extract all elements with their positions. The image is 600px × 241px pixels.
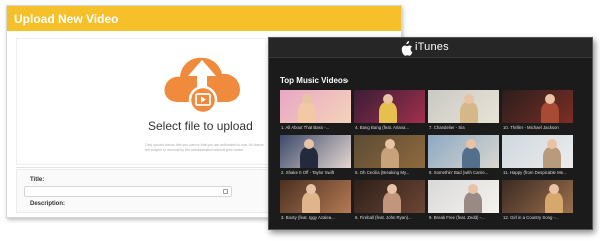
chevron-right-icon[interactable]: › bbox=[346, 76, 349, 85]
video-thumbnail[interactable] bbox=[280, 135, 351, 168]
video-thumbnail[interactable] bbox=[354, 135, 425, 168]
video-tile[interactable]: 3. Booty (feat. Iggy Azalea... bbox=[280, 180, 351, 222]
itunes-title: iTunes bbox=[415, 41, 449, 53]
video-caption[interactable]: 12. Girl in a Country Song -... bbox=[503, 215, 573, 221]
video-tile[interactable]: 5. Oh Cecilia (Breaking My... bbox=[354, 135, 425, 177]
title-label: Title: bbox=[30, 177, 45, 183]
video-tile[interactable]: 12. Girl in a Country Song -... bbox=[502, 180, 573, 222]
video-thumbnail[interactable] bbox=[428, 180, 499, 213]
cloud-upload-icon[interactable] bbox=[160, 46, 244, 116]
video-thumbnail[interactable] bbox=[354, 180, 425, 213]
video-thumbnail[interactable] bbox=[354, 90, 425, 123]
video-tile[interactable]: 7. Chandelier - Sia bbox=[428, 90, 499, 132]
description-label: Description: bbox=[30, 201, 66, 207]
video-caption[interactable]: 11. Happy (from Despicable Me... bbox=[503, 170, 573, 176]
video-thumbnail[interactable] bbox=[280, 180, 351, 213]
video-caption[interactable]: 9. Break Free (feat. Zedd) -... bbox=[429, 215, 499, 221]
select-file-label[interactable]: Select file to upload bbox=[148, 119, 260, 133]
section-divider bbox=[16, 167, 270, 168]
video-thumbnail[interactable] bbox=[280, 90, 351, 123]
video-tile[interactable]: 1. All About That Bass -... bbox=[280, 90, 351, 132]
video-tile[interactable]: 10. Thriller - Michael Jackson bbox=[502, 90, 573, 132]
itunes-titlebar: iTunes bbox=[269, 38, 592, 58]
video-tile[interactable]: 11. Happy (from Despicable Me... bbox=[502, 135, 573, 177]
video-thumbnail[interactable] bbox=[428, 135, 499, 168]
title-input[interactable] bbox=[24, 186, 232, 197]
video-caption[interactable]: 10. Thriller - Michael Jackson bbox=[503, 125, 573, 131]
video-tile[interactable]: 4. Bang Bang (feat. Ariana... bbox=[354, 90, 425, 132]
video-caption[interactable]: 7. Chandelier - Sia bbox=[429, 125, 499, 131]
video-caption[interactable]: 8. Somethin' Bad (with Carrie... bbox=[429, 170, 499, 176]
video-thumbnail[interactable] bbox=[502, 90, 573, 123]
video-tile[interactable]: 9. Break Free (feat. Zedd) -... bbox=[428, 180, 499, 222]
video-thumbnail[interactable] bbox=[428, 90, 499, 123]
video-grid: 1. All About That Bass -... 4. Bang Bang … bbox=[280, 90, 588, 222]
video-caption[interactable]: 6. Fireball (feat. John Ryan)... bbox=[355, 215, 425, 221]
apple-logo-icon bbox=[401, 41, 413, 56]
video-caption[interactable]: 4. Bang Bang (feat. Ariana... bbox=[355, 125, 425, 131]
itunes-window: iTunes Top Music Videos › 1. All About T… bbox=[268, 37, 593, 230]
video-caption[interactable]: 5. Oh Cecilia (Breaking My... bbox=[355, 170, 425, 176]
video-tile[interactable]: 6. Fireball (feat. John Ryan)... bbox=[354, 180, 425, 222]
video-thumbnail[interactable] bbox=[502, 135, 573, 168]
video-tile[interactable]: 2. Shake It Off - Taylor Swift bbox=[280, 135, 351, 177]
video-caption[interactable]: 3. Booty (feat. Iggy Azalea... bbox=[281, 215, 351, 221]
top-music-videos-heading[interactable]: Top Music Videos bbox=[280, 76, 347, 85]
video-thumbnail[interactable] bbox=[502, 180, 573, 213]
video-caption[interactable]: 1. All About That Bass -... bbox=[281, 125, 351, 131]
video-tile[interactable]: 8. Somethin' Bad (with Carrie... bbox=[428, 135, 499, 177]
upload-fine-print: Only upload videos that you own or that … bbox=[145, 143, 264, 152]
upload-header-title: Upload New Video bbox=[7, 6, 401, 31]
input-keyboard-icon bbox=[223, 189, 228, 194]
video-caption[interactable]: 2. Shake It Off - Taylor Swift bbox=[281, 170, 351, 176]
